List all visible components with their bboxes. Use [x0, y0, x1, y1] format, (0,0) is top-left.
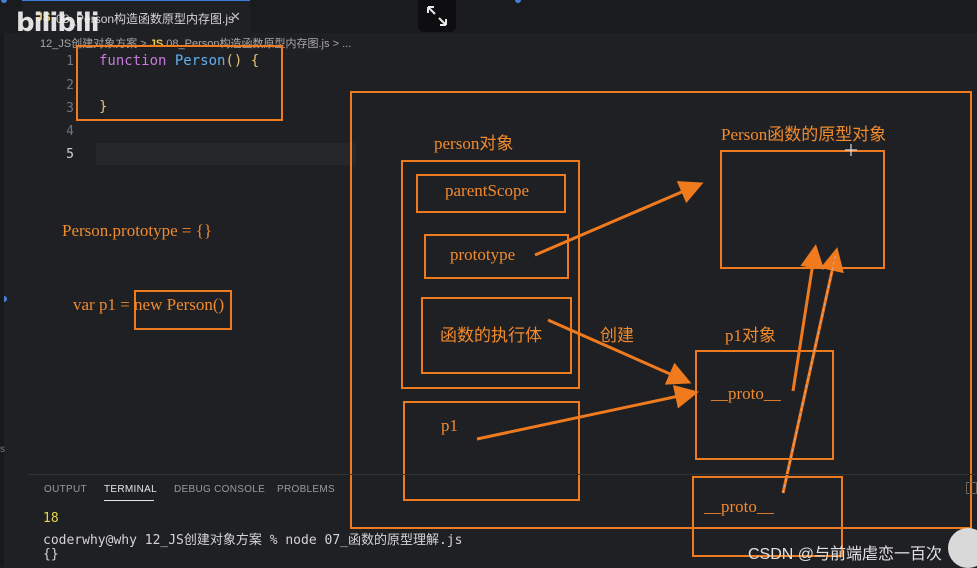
csdn-watermark: CSDN @与前端虐恋一百次 — [748, 546, 943, 563]
prototype-object-box — [720, 150, 885, 269]
tab-problems[interactable]: PROBLEMS — [277, 484, 335, 495]
parent-scope-label: parentScope — [445, 181, 530, 200]
breadcrumb-more[interactable]: ... — [342, 38, 351, 50]
p1-object-box — [695, 350, 834, 460]
var-p1-prefix: var p1 = — [73, 295, 135, 314]
edge-text: s — [0, 444, 5, 455]
panel-separator — [28, 474, 977, 475]
tab-debug-console[interactable]: DEBUG CONSOLE — [174, 484, 265, 495]
current-line-highlight — [96, 143, 356, 165]
person-prototype-note: Person.prototype = {} — [62, 221, 213, 240]
bilibili-logo: bilibili — [16, 8, 100, 38]
terminal-output-line: 18 — [43, 511, 59, 526]
terminal-output-line: {} — [43, 547, 59, 562]
line-number: 2 — [66, 78, 74, 93]
line-number: 1 — [66, 54, 74, 69]
breadcrumb-sep: > — [332, 38, 340, 50]
p1-object-label: p1对象 — [725, 326, 776, 345]
p1-label: p1 — [441, 416, 458, 435]
line-number-active: 5 — [66, 147, 74, 162]
p1-variable-box — [403, 401, 580, 501]
code-highlight-box — [76, 45, 283, 121]
tab-terminal[interactable]: TERMINAL — [104, 484, 157, 495]
expand-icon — [427, 6, 447, 26]
prototype-label: prototype — [450, 245, 516, 264]
panel-scroll-button[interactable] — [966, 482, 977, 494]
tab-output[interactable]: OUTPUT — [44, 484, 87, 495]
terminal-command-line[interactable]: coderwhy@why 12_JS创建对象方案 % node 07_函数的原型… — [43, 529, 462, 548]
person-object-label: person对象 — [434, 134, 514, 153]
editor-tab-bar: JS 08_Person构造函数原型内存图.js ✕ bilibili — [0, 0, 977, 38]
line-number: 4 — [66, 124, 74, 139]
prototype-object-label: Person函数的原型对象 — [721, 125, 887, 144]
expand-button[interactable] — [418, 0, 456, 32]
new-person-text: new Person() — [134, 295, 225, 314]
create-label: 创建 — [600, 326, 634, 345]
avatar — [948, 528, 977, 568]
func-body-label: 函数的执行体 — [440, 326, 542, 345]
line-number: 3 — [66, 101, 74, 116]
var-p1-note: var p1 = new Person() — [73, 295, 224, 315]
active-tab-indicator — [104, 500, 154, 501]
proto-label-1: __proto__ — [711, 384, 781, 403]
close-icon[interactable]: ✕ — [230, 9, 241, 25]
proto-label-2: __proto__ — [704, 497, 774, 516]
